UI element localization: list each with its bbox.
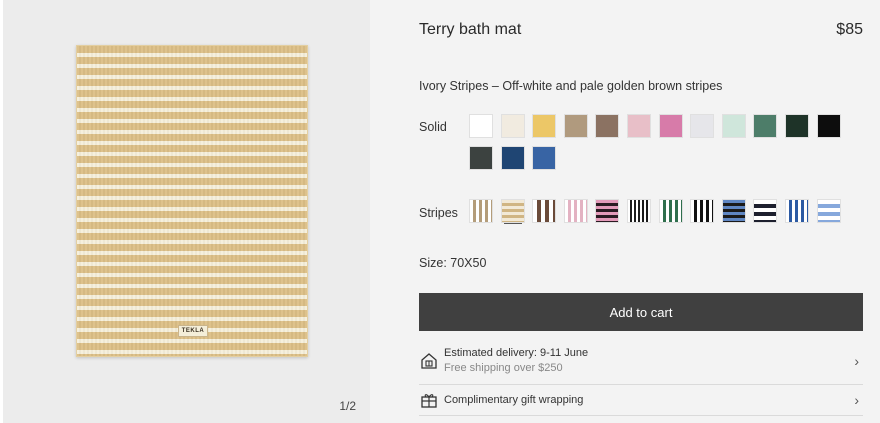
solid-label: Solid — [419, 120, 447, 134]
stripe-swatch[interactable] — [626, 199, 651, 223]
color-swatch[interactable] — [532, 146, 557, 170]
stripe-swatch[interactable] — [658, 199, 683, 223]
color-swatch[interactable] — [721, 114, 746, 138]
stripe-swatch[interactable] — [690, 199, 715, 223]
stripe-swatch[interactable] — [784, 199, 809, 223]
color-swatch[interactable] — [469, 146, 493, 170]
product-gallery[interactable]: TEKLA 1/2 — [0, 0, 370, 423]
stripe-swatch[interactable] — [469, 199, 493, 223]
chevron-right-icon: › — [854, 353, 859, 369]
stripe-swatch[interactable] — [595, 199, 620, 223]
stripe-swatch[interactable] — [532, 199, 557, 223]
color-swatch[interactable] — [532, 114, 557, 138]
variant-description: Ivory Stripes – Off-white and pale golde… — [419, 79, 723, 93]
stripe-swatch[interactable] — [816, 199, 841, 223]
color-swatch[interactable] — [500, 114, 525, 138]
size-label: Size: 70X50 — [419, 256, 487, 270]
image-counter: 1/2 — [339, 399, 356, 413]
gift-title: Complimentary gift wrapping — [444, 393, 584, 406]
gift-wrapping-info[interactable]: Complimentary gift wrapping › — [419, 385, 863, 416]
stripe-swatch[interactable] — [563, 199, 588, 223]
color-swatch[interactable] — [658, 114, 683, 138]
product-price: $85 — [836, 21, 863, 38]
stripe-swatch[interactable] — [753, 199, 778, 223]
product-title: Terry bath mat — [419, 21, 522, 38]
bath-mat-image: TEKLA — [76, 45, 308, 357]
house-icon — [421, 353, 437, 369]
color-swatch[interactable] — [753, 114, 778, 138]
color-swatch[interactable] — [563, 114, 588, 138]
color-swatch[interactable] — [816, 114, 841, 138]
brand-label: TEKLA — [178, 325, 208, 337]
color-swatch[interactable] — [500, 146, 525, 170]
color-swatch[interactable] — [784, 114, 809, 138]
stripe-swatches — [469, 199, 841, 223]
delivery-info[interactable]: Estimated delivery: 9-11 June Free shipp… — [419, 338, 863, 385]
add-to-cart-button[interactable]: Add to cart — [419, 293, 863, 331]
product-details: Terry bath mat $85 Ivory Stripes – Off-w… — [419, 0, 863, 423]
chevron-right-icon: › — [854, 392, 859, 408]
delivery-subtitle: Free shipping over $250 — [444, 362, 563, 374]
color-swatch[interactable] — [626, 114, 651, 138]
gift-icon — [421, 394, 437, 408]
color-swatch[interactable] — [690, 114, 715, 138]
stripe-swatch[interactable] — [500, 199, 525, 223]
stripes-label: Stripes — [419, 206, 458, 220]
delivery-title: Estimated delivery: 9-11 June — [444, 347, 589, 359]
color-swatch[interactable] — [469, 114, 493, 138]
color-swatch[interactable] — [595, 114, 620, 138]
solid-swatches — [469, 114, 859, 170]
stripe-swatch[interactable] — [721, 199, 746, 223]
